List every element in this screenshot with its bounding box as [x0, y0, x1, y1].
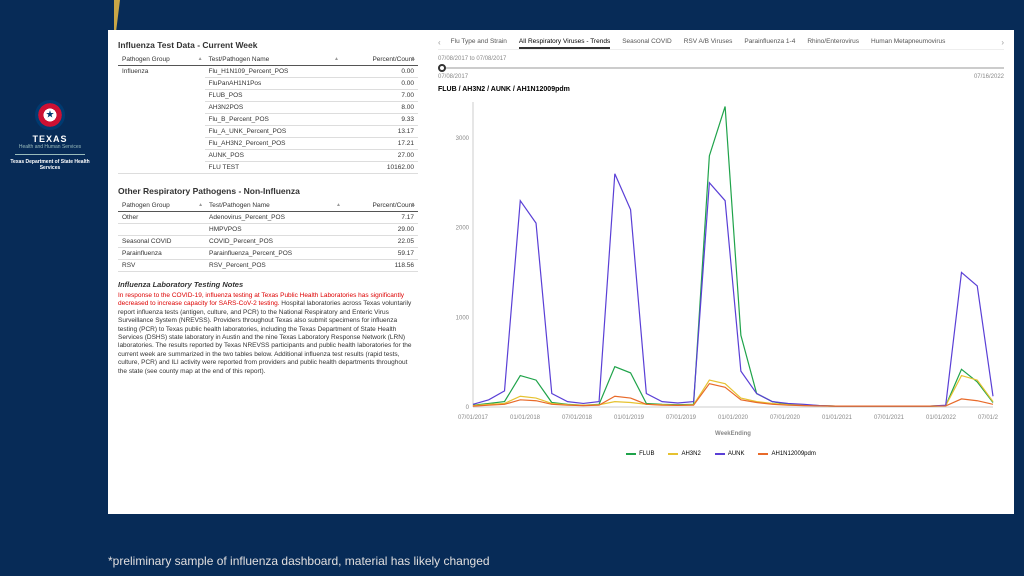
svg-text:07/01/2019: 07/01/2019: [666, 415, 697, 421]
chart-tabs: ‹ Flu Type and Strain All Respiratory Vir…: [438, 36, 1004, 50]
table-row: RSVRSV_Percent_POS118.56: [118, 260, 418, 272]
col-percent-count[interactable]: Percent/Count▲: [343, 200, 418, 212]
svg-text:01/01/2019: 01/01/2019: [614, 415, 645, 421]
svg-text:07/01/2022: 07/01/2022: [978, 415, 998, 421]
range-end: 07/16/2022: [974, 74, 1004, 80]
legend-item[interactable]: AUNK: [715, 451, 745, 457]
table-row: Seasonal COVIDCOVID_Percent_POS22.05: [118, 236, 418, 248]
svg-text:07/01/2021: 07/01/2021: [874, 415, 905, 421]
svg-text:1000: 1000: [456, 315, 470, 321]
col-percent-count[interactable]: Percent/Count▲: [341, 54, 418, 66]
tab-0[interactable]: Flu Type and Strain: [451, 36, 507, 49]
influenza-table: Pathogen Group▲ Test/Pathogen Name▲ Perc…: [118, 54, 418, 174]
brand-dshs: Texas Department of State Health Service…: [0, 159, 100, 171]
svg-text:01/01/2022: 01/01/2022: [926, 415, 957, 421]
sort-icon[interactable]: ▲: [334, 56, 339, 62]
tab-1[interactable]: All Respiratory Viruses - Trends: [519, 36, 610, 49]
state-seal-icon: [35, 100, 65, 130]
footnote: *preliminary sample of influenza dashboa…: [108, 554, 490, 568]
brand-state: TEXAS: [0, 134, 100, 144]
table-row: ParainfluenzaParainfluenza_Percent_POS59…: [118, 248, 418, 260]
sort-icon[interactable]: ▲: [411, 56, 416, 62]
notes-heading: Influenza Laboratory Testing Notes: [118, 280, 418, 290]
tab-4[interactable]: Parainfluenza 1-4: [744, 36, 795, 49]
brand-hhs: Health and Human Services: [0, 144, 100, 150]
svg-text:2000: 2000: [456, 226, 470, 232]
svg-text:01/01/2020: 01/01/2020: [718, 415, 749, 421]
range-start: 07/08/2017: [438, 74, 468, 80]
tabs-prev-icon[interactable]: ‹: [438, 36, 441, 49]
sort-icon[interactable]: ▲: [198, 56, 203, 62]
svg-text:07/01/2020: 07/01/2020: [770, 415, 801, 421]
svg-text:01/01/2021: 01/01/2021: [822, 415, 853, 421]
table-row: InfluenzaFlu_H1N109_Percent_POS0.00: [118, 66, 418, 78]
svg-text:07/01/2018: 07/01/2018: [562, 415, 593, 421]
brand-sidebar: TEXAS Health and Human Services Texas De…: [0, 100, 100, 171]
legend-item[interactable]: FLUB: [626, 451, 654, 457]
dashboard-panel: Influenza Test Data - Current Week Patho…: [108, 30, 1014, 514]
table1-title: Influenza Test Data - Current Week: [118, 40, 418, 50]
legend-item[interactable]: AH3N2: [668, 451, 700, 457]
slider-thumb[interactable]: [438, 64, 446, 72]
svg-text:0: 0: [466, 405, 470, 411]
tab-5[interactable]: Rhino/Enterovirus: [807, 36, 859, 49]
col-test-name[interactable]: Test/Pathogen Name▲: [205, 200, 343, 212]
table2-title: Other Respiratory Pathogens - Non-Influe…: [118, 186, 418, 196]
tab-6[interactable]: Human Metapneumovirus: [871, 36, 945, 49]
col-test-name[interactable]: Test/Pathogen Name▲: [205, 54, 341, 66]
chart-title: FLUB / AH3N2 / AUNK / AH1N12009pdm: [438, 86, 1004, 93]
svg-text:WeekEnding: WeekEnding: [715, 431, 751, 437]
date-range-label: 07/08/2017 to 07/08/2017: [438, 56, 1004, 62]
table-row: HMPVPOS29.00: [118, 224, 418, 236]
chart-legend: FLUB AH3N2 AUNK AH1N12009pdm: [438, 451, 1004, 457]
svg-text:3000: 3000: [456, 136, 470, 142]
lab-notes: Influenza Laboratory Testing Notes In re…: [118, 280, 418, 376]
tab-2[interactable]: Seasonal COVID: [622, 36, 672, 49]
date-slider[interactable]: [438, 64, 1004, 72]
line-chart[interactable]: 0 1000 2000 3000 07/01/2017 01/01/2018 07/01/2…: [438, 97, 998, 447]
other-pathogens-table: Pathogen Group▲ Test/Pathogen Name▲ Perc…: [118, 200, 418, 272]
svg-text:07/01/2017: 07/01/2017: [458, 415, 489, 421]
tabs-next-icon[interactable]: ›: [1001, 36, 1004, 49]
notes-body: Hospital laboratories across Texas volun…: [118, 300, 412, 375]
legend-item[interactable]: AH1N12009pdm: [758, 451, 815, 457]
svg-text:01/01/2018: 01/01/2018: [510, 415, 541, 421]
col-pathogen-group[interactable]: Pathogen Group▲: [118, 200, 205, 212]
col-pathogen-group[interactable]: Pathogen Group▲: [118, 54, 205, 66]
tab-3[interactable]: RSV A/B Viruses: [684, 36, 733, 49]
table-row: OtherAdenovirus_Percent_POS7.17: [118, 212, 418, 224]
